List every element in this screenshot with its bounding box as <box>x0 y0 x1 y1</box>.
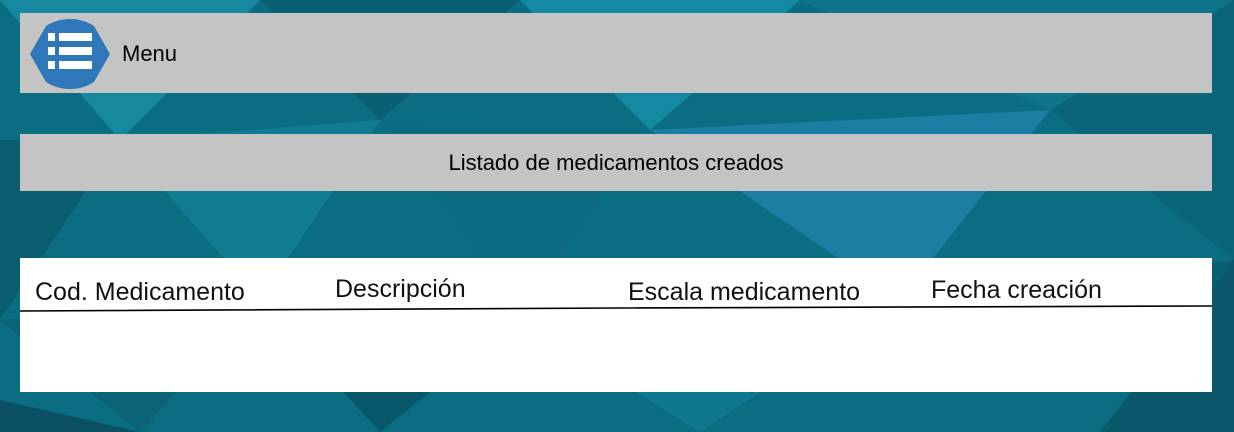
menu-label[interactable]: Menu <box>122 41 177 67</box>
menu-list-icon <box>48 33 92 69</box>
medications-table: Cod. Medicamento Descripción Escala medi… <box>20 258 1212 392</box>
table-body <box>20 318 1212 388</box>
top-bar: Menu <box>20 13 1212 93</box>
page-title: Listado de medicamentos creados <box>448 150 784 175</box>
column-header-descripcion[interactable]: Descripción <box>335 274 466 304</box>
header-divider <box>20 305 1212 312</box>
column-header-fecha-creacion[interactable]: Fecha creación <box>931 275 1102 305</box>
page-title-bar: Listado de medicamentos creados <box>20 134 1212 191</box>
menu-button[interactable] <box>30 19 110 89</box>
